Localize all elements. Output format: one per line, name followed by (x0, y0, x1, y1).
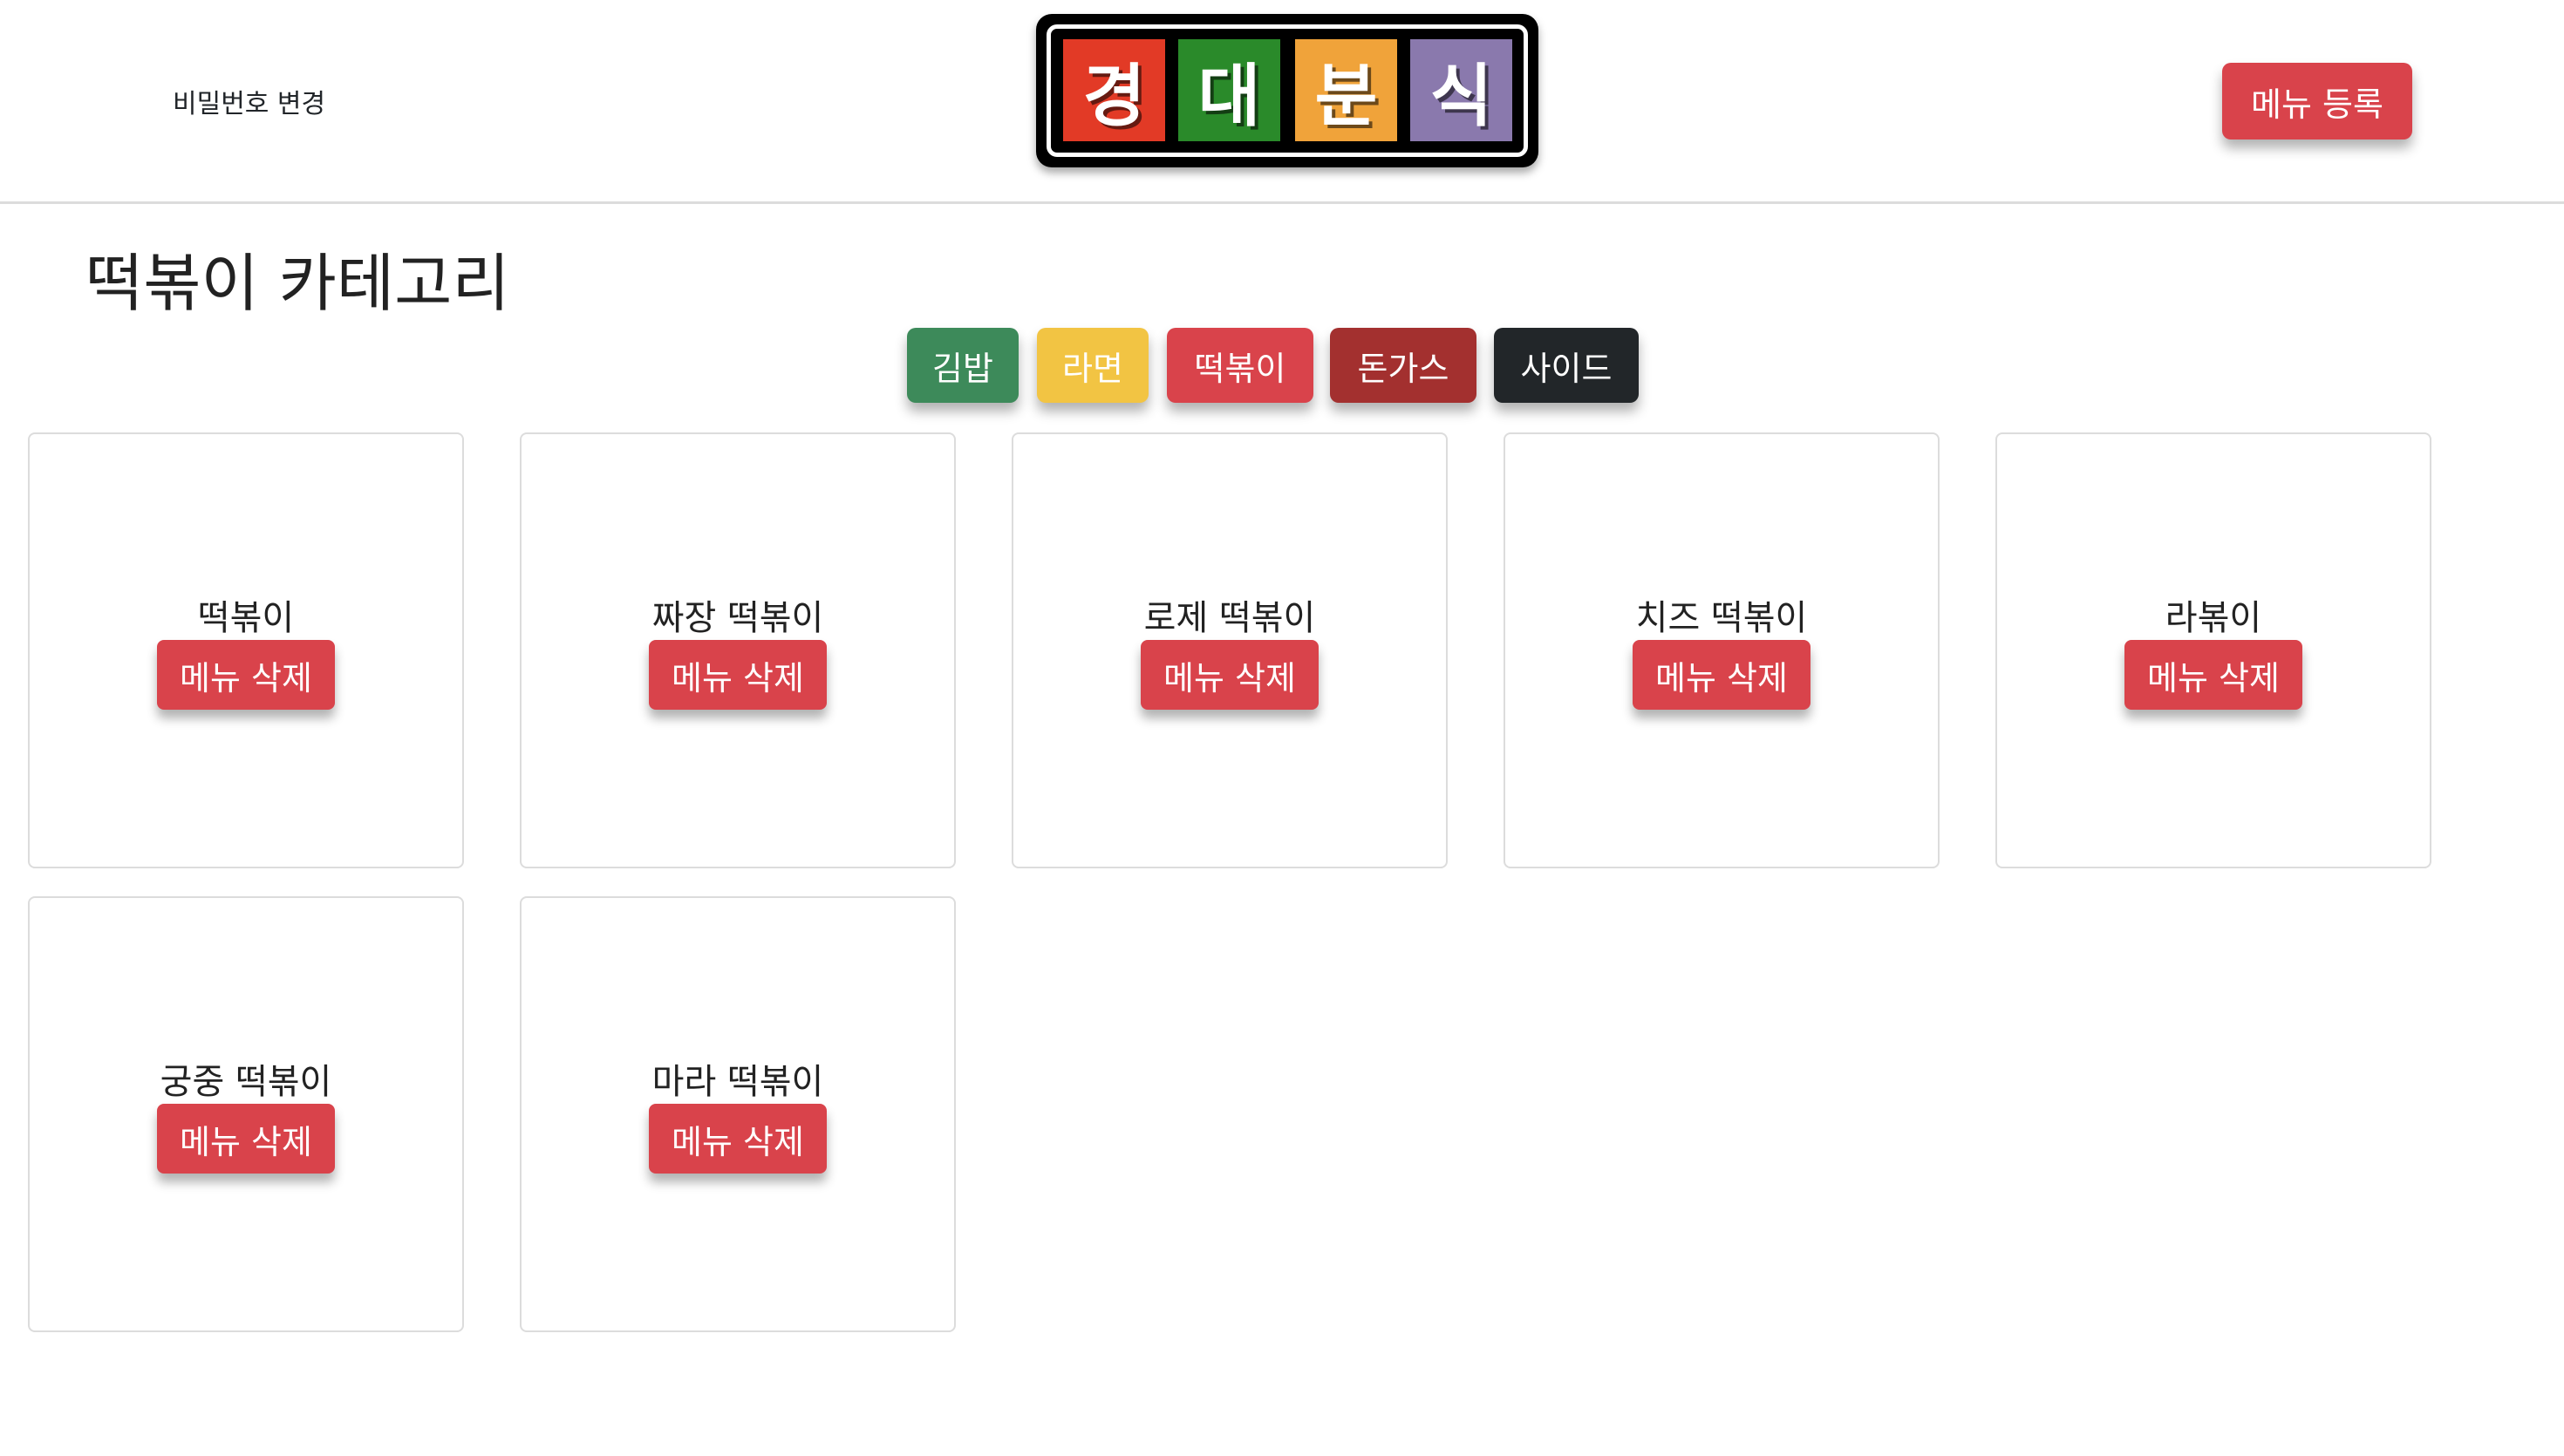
tab-side[interactable]: 사이드 (1494, 328, 1639, 403)
page-title: 떡볶이 카테고리 (85, 247, 510, 320)
menu-card: 치즈 떡볶이 메뉴 삭제 (1504, 432, 1940, 868)
logo[interactable]: 경 대 분 식 (1036, 14, 1538, 167)
menu-card: 궁중 떡볶이 메뉴 삭제 (28, 896, 464, 1332)
menu-name: 짜장 떡볶이 (651, 598, 824, 638)
delete-menu-button[interactable]: 메뉴 삭제 (1633, 640, 1810, 710)
header: 비밀번호 변경 경 대 분 식 메뉴 등록 (0, 0, 2564, 204)
menu-card: 떡볶이 메뉴 삭제 (28, 432, 464, 868)
delete-menu-button[interactable]: 메뉴 삭제 (157, 1104, 335, 1174)
delete-menu-button[interactable]: 메뉴 삭제 (1141, 640, 1319, 710)
delete-menu-button[interactable]: 메뉴 삭제 (2124, 640, 2302, 710)
menu-name: 치즈 떡볶이 (1635, 598, 1808, 638)
logo-char-3: 분 (1295, 39, 1397, 141)
tab-donkatsu[interactable]: 돈가스 (1330, 328, 1476, 403)
menu-name: 궁중 떡볶이 (160, 1062, 332, 1102)
menu-card: 라볶이 메뉴 삭제 (1995, 432, 2431, 868)
menu-name: 로제 떡볶이 (1143, 598, 1316, 638)
menu-name: 떡볶이 (197, 598, 295, 638)
menu-name: 라볶이 (2165, 598, 2262, 638)
tab-tteokbokki[interactable]: 떡볶이 (1167, 328, 1313, 403)
logo-char-2: 대 (1178, 39, 1280, 141)
tab-ramen[interactable]: 라면 (1037, 328, 1149, 403)
menu-card: 로제 떡볶이 메뉴 삭제 (1012, 432, 1448, 868)
logo-char-4: 식 (1410, 39, 1512, 141)
delete-menu-button[interactable]: 메뉴 삭제 (157, 640, 335, 710)
logo-char-1: 경 (1063, 39, 1165, 141)
menu-card: 마라 떡볶이 메뉴 삭제 (520, 896, 956, 1332)
change-password-link[interactable]: 비밀번호 변경 (173, 82, 325, 120)
delete-menu-button[interactable]: 메뉴 삭제 (649, 640, 827, 710)
menu-card: 짜장 떡볶이 메뉴 삭제 (520, 432, 956, 868)
register-menu-button[interactable]: 메뉴 등록 (2222, 63, 2412, 139)
delete-menu-button[interactable]: 메뉴 삭제 (649, 1104, 827, 1174)
tab-gimbap[interactable]: 김밥 (907, 328, 1019, 403)
menu-name: 마라 떡볶이 (651, 1062, 824, 1102)
